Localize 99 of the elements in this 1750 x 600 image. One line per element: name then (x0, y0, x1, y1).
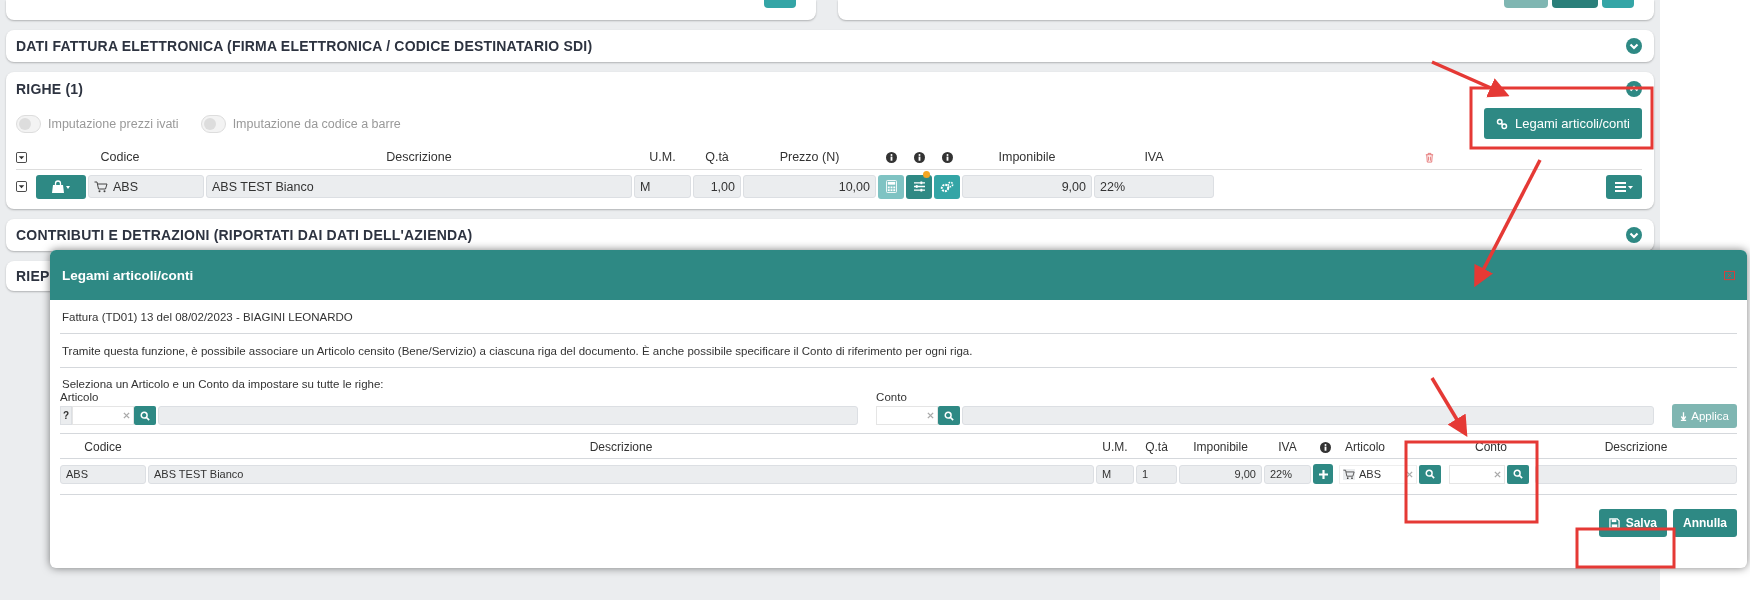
toggle-switch[interactable] (200, 114, 226, 133)
section-title: RIGHE (1) (16, 81, 84, 97)
clear-icon[interactable] (123, 412, 130, 419)
info-icon[interactable] (913, 151, 925, 163)
section-header[interactable]: CONTRIBUTI E DETRAZIONI (RIPORTATI DAI DATI DELL'AZIENDA) (6, 219, 1654, 251)
link-icon (1496, 117, 1509, 130)
clear-icon[interactable] (927, 412, 935, 419)
toggle-switch[interactable] (16, 114, 41, 133)
code-field[interactable]: ABS (88, 175, 204, 198)
card-button[interactable] (1552, 0, 1598, 8)
chevron-icon[interactable] (1626, 38, 1642, 54)
info-icon[interactable] (1319, 441, 1331, 453)
save-button[interactable]: Salva (1598, 509, 1667, 537)
column-header: Conto (1474, 440, 1508, 454)
description-field[interactable]: ABS TEST Bianco (206, 175, 632, 198)
column-header: U.M. (1101, 440, 1129, 454)
bag-menu-button[interactable] (36, 174, 86, 199)
field-prefix: ? (60, 406, 72, 425)
description-field[interactable]: ABS TEST Bianco (148, 464, 1094, 484)
calculator-button[interactable] (878, 174, 904, 199)
vat-field[interactable]: 22% (1264, 464, 1311, 484)
column-header: Descrizione (1603, 440, 1669, 454)
cart-icon (1343, 468, 1355, 480)
bag-icon (50, 179, 72, 194)
code-field[interactable]: ABS (60, 464, 146, 484)
annotation-arrow (1430, 377, 1468, 437)
chevron-icon[interactable] (1626, 81, 1642, 97)
article-field[interactable]: ABS (1339, 464, 1417, 484)
dropdown-icon[interactable] (16, 151, 27, 163)
card-button[interactable] (764, 0, 796, 8)
column-header: Articolo (1344, 440, 1386, 454)
sliders-icon (912, 181, 926, 192)
article-description-field[interactable] (158, 406, 859, 425)
vat-field[interactable]: 22% (1094, 175, 1214, 198)
instruction-text: Seleziona un Articolo e un Conto da impostare su tutte le righe: (61, 377, 385, 391)
search-button[interactable] (134, 406, 156, 425)
search-icon (1513, 469, 1523, 479)
info-text: Tramite questa funzione, è possibile associare un Articolo censito (Bene/Servizio) a ciascuna riga del documento. È anche possibile specificare il Conto di riferimento per ogni riga. (61, 344, 974, 359)
info-icon[interactable] (941, 151, 953, 163)
search-icon (140, 410, 150, 421)
search-icon (1425, 469, 1435, 479)
field-label: Articolo (60, 391, 100, 403)
clear-icon[interactable] (1406, 470, 1413, 478)
account-description-field[interactable] (962, 406, 1655, 425)
column-header: U.M. (648, 150, 677, 164)
clear-icon[interactable] (1494, 470, 1501, 478)
chevron-icon[interactable] (1626, 227, 1642, 243)
column-header: Imponibile (1192, 440, 1249, 454)
plus-icon (1318, 469, 1328, 479)
dialog-title: Legami articoli/conti (62, 267, 194, 283)
quantity-field[interactable]: 1,00 (693, 175, 741, 198)
card-button[interactable] (1602, 0, 1634, 8)
section-header[interactable]: DATI FATTURA ELETTRONICA (FIRMA ELETTRONICA / CODICE DESTINATARIO SDI) (6, 30, 1654, 62)
cart-icon (94, 180, 108, 193)
cancel-button[interactable]: Annulla (1673, 509, 1737, 537)
gears-button[interactable] (934, 174, 960, 199)
download-icon (1680, 411, 1688, 421)
unit-field[interactable]: M (1096, 464, 1134, 484)
search-button[interactable] (1419, 464, 1441, 484)
column-header: Q.tà (704, 150, 730, 164)
unit-field[interactable]: M (634, 175, 691, 198)
column-header: IVA (1143, 150, 1165, 164)
taxable-field[interactable]: 9,00 (962, 175, 1092, 198)
column-header: Imponibile (997, 150, 1057, 164)
section-title: RIEP (16, 268, 50, 284)
add-button[interactable] (1313, 464, 1333, 484)
column-header: Descrizione (385, 150, 453, 164)
column-header: Prezzo (N) (778, 150, 841, 164)
gears-icon (940, 180, 954, 193)
menu-icon (1614, 180, 1634, 193)
account-description-field[interactable] (1535, 464, 1737, 484)
column-header: IVA (1277, 440, 1298, 454)
section-title: DATI FATTURA ELETTRONICA (FIRMA ELETTRONICA / CODICE DESTINATARIO SDI) (16, 38, 593, 54)
column-header: Codice (99, 150, 141, 164)
account-input[interactable] (876, 406, 939, 425)
info-icon[interactable] (885, 151, 897, 163)
search-button[interactable] (938, 406, 961, 425)
quantity-field[interactable]: 1 (1136, 464, 1177, 484)
account-input[interactable] (1449, 464, 1505, 484)
taxable-field[interactable]: 9,00 (1179, 464, 1262, 484)
search-button[interactable] (1507, 464, 1529, 484)
document-title: Fattura (TD01) 13 del 08/02/2023 - BIAGINI LEONARDO (61, 310, 354, 325)
column-header: Descrizione (588, 440, 654, 454)
toggle-label: Imputazione da codice a barre (232, 116, 401, 131)
price-field[interactable]: 10,00 (743, 175, 876, 198)
dropdown-icon[interactable] (16, 181, 27, 192)
toggle-label: Imputazione prezzi ivati (48, 116, 179, 131)
calculator-icon (885, 180, 897, 193)
sliders-button[interactable] (906, 174, 932, 199)
section-title: CONTRIBUTI E DETRAZIONI (RIPORTATI DAI DATI DELL'AZIENDA) (16, 227, 473, 243)
notification-dot (923, 170, 930, 178)
article-input[interactable] (72, 406, 134, 425)
column-header: Q.tà (1144, 440, 1169, 454)
trash-icon[interactable] (1423, 151, 1435, 163)
links-button[interactable]: Legami articoli/conti (1484, 108, 1642, 139)
field-label: Conto (876, 391, 908, 403)
search-icon (944, 410, 955, 421)
column-header: Codice (83, 440, 123, 454)
menu-button[interactable] (1606, 174, 1642, 199)
